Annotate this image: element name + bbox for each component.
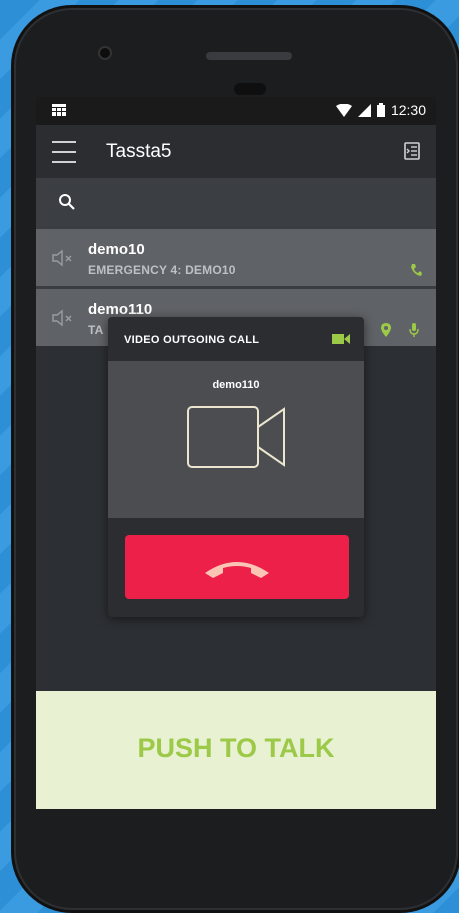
status-bar: 12:30 bbox=[36, 97, 436, 125]
microphone-icon[interactable] bbox=[408, 323, 420, 337]
contact-name: demo10 bbox=[88, 241, 145, 258]
contact-name: demo110 bbox=[88, 301, 153, 318]
app-bar: Tassta5 bbox=[36, 125, 436, 178]
video-icon bbox=[332, 334, 350, 344]
speaker-muted-icon[interactable] bbox=[51, 309, 75, 327]
menu-icon[interactable] bbox=[52, 141, 76, 163]
contact-status: EMERGENCY 4: DEMO10 bbox=[88, 263, 236, 277]
hangup-button[interactable] bbox=[125, 535, 349, 599]
dialog-footer bbox=[108, 518, 364, 617]
signal-icon bbox=[357, 103, 371, 117]
front-camera bbox=[98, 46, 112, 60]
callee-name: demo110 bbox=[212, 379, 260, 391]
contact-row[interactable]: demo10 EMERGENCY 4: DEMO10 bbox=[36, 226, 436, 286]
push-to-talk-label: PUSH TO TALK bbox=[137, 733, 335, 763]
video-camera-icon bbox=[187, 406, 285, 468]
app-title: Tassta5 bbox=[106, 141, 172, 162]
hangup-icon[interactable] bbox=[201, 557, 273, 579]
dialog-header: VIDEO OUTGOING CALL bbox=[108, 317, 364, 361]
search-icon[interactable] bbox=[58, 193, 76, 211]
push-to-talk-button[interactable]: PUSH TO TALK bbox=[36, 691, 436, 809]
call-log-icon[interactable] bbox=[402, 141, 422, 161]
search-bar[interactable] bbox=[36, 178, 436, 226]
location-pin-icon[interactable] bbox=[380, 323, 392, 337]
wifi-icon bbox=[335, 103, 352, 117]
status-time: 12:30 bbox=[390, 102, 426, 118]
grid-icon bbox=[52, 104, 66, 116]
proximity-sensor bbox=[234, 83, 266, 95]
screen: 12:30 Tassta5 demo10 EMERGENCY 4: DEMO10 bbox=[36, 97, 436, 809]
contact-status: TA bbox=[88, 323, 104, 337]
speaker-muted-icon[interactable] bbox=[51, 249, 75, 267]
phone-icon[interactable] bbox=[410, 263, 422, 277]
dialog-title: VIDEO OUTGOING CALL bbox=[124, 334, 260, 346]
dialog-body: demo110 bbox=[108, 361, 364, 518]
video-call-dialog: VIDEO OUTGOING CALL demo110 bbox=[108, 317, 364, 617]
earpiece bbox=[206, 52, 292, 60]
battery-icon bbox=[376, 103, 385, 117]
